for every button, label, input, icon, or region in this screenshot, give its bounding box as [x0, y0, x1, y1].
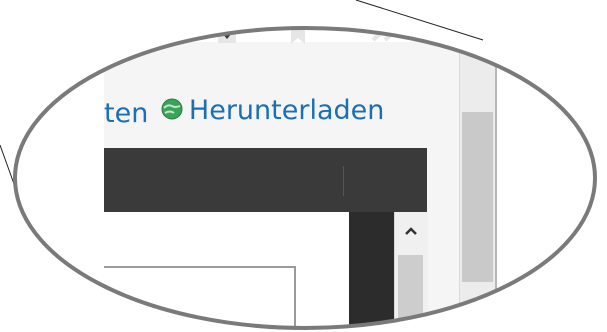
link-row: ten Herunterladen — [104, 91, 384, 131]
inner-scrollbar-thumb[interactable] — [398, 255, 423, 328]
content-panel — [104, 266, 296, 328]
download-button[interactable] — [213, 28, 241, 46]
print-button[interactable] — [146, 28, 174, 46]
toolbar-divider — [343, 166, 344, 196]
partial-link[interactable]: ten — [104, 98, 148, 129]
panel-divider — [349, 212, 394, 328]
bookmark-icon — [291, 28, 305, 44]
chevron-up-icon — [404, 227, 417, 235]
more-button[interactable] — [369, 28, 403, 46]
bookmark-button[interactable] — [284, 28, 312, 46]
outer-scrollbar-thumb[interactable] — [462, 112, 493, 282]
globe-icon — [161, 98, 183, 120]
window-edge — [495, 42, 497, 328]
printer-icon — [148, 28, 172, 43]
toolbar — [104, 148, 427, 212]
download-document-icon — [218, 28, 236, 43]
magnified-region: ten Herunterladen — [15, 28, 595, 328]
download-link-label: Herunterladen — [188, 95, 385, 126]
download-link[interactable]: Herunterladen — [157, 91, 384, 131]
double-chevron-right-icon — [371, 28, 398, 42]
scroll-up-button[interactable] — [398, 220, 423, 242]
